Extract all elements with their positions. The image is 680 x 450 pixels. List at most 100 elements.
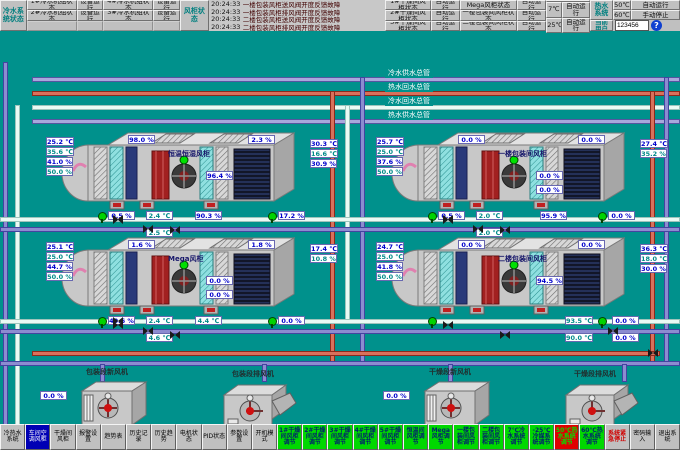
- nav-button[interactable]: 报警设置: [76, 424, 101, 450]
- control-valve-icon[interactable]: [428, 212, 437, 221]
- pipe-valve-icon[interactable]: [143, 225, 153, 233]
- dryer-ahu-status-button[interactable]: 3#干燥间风柜状态: [385, 21, 431, 31]
- adjust-button[interactable]: 4#干燥间风柜调节: [353, 424, 378, 450]
- pipe-valve-icon[interactable]: [443, 321, 453, 329]
- help-icon[interactable]: ?: [651, 20, 662, 31]
- alarm-message: 一楼包装风柜排风阀开度反馈故障: [243, 8, 385, 16]
- ahu-right-value: 18.0 ℃: [640, 254, 668, 263]
- ahu-state: 自动运行: [517, 0, 546, 10]
- roof-fan-label: 干燥段排风机: [574, 369, 616, 379]
- hot-supply-header-pipe: [32, 119, 680, 124]
- fan-damper-value: 0.0 %: [383, 391, 410, 400]
- nav-button[interactable]: 干燥间风柜: [50, 424, 75, 450]
- nav-button[interactable]: 电机状态: [176, 424, 201, 450]
- ahu-right-value: 36.3 ℃: [640, 244, 668, 253]
- pipe-valve-icon[interactable]: [143, 327, 153, 335]
- ahu-top-value: 1.6 %: [128, 240, 155, 249]
- pipe-valve-icon[interactable]: [170, 226, 180, 234]
- pipe-valve-icon[interactable]: [113, 317, 123, 325]
- control-valve-icon[interactable]: [98, 212, 107, 221]
- ahu-state: 自动运行: [517, 10, 546, 20]
- chiller-state-cell: 设备运行: [153, 10, 180, 20]
- pipe-valve-icon[interactable]: [608, 327, 618, 335]
- ahu-top-value: 0.0 %: [578, 240, 605, 249]
- top-status-toolbar: 冷水系统状态1#冷水机组状态2#冷水机组状态设备运行设备运行4#冷水机组状态3#…: [0, 0, 680, 31]
- dryer-ahu-state: 自动运行: [431, 0, 460, 10]
- ahu-left-value: 25.7 ℃: [376, 137, 404, 146]
- adjust-button[interactable]: 60℃热水系统调节: [579, 424, 604, 450]
- control-valve-icon[interactable]: [598, 212, 607, 221]
- control-valve-icon[interactable]: [428, 317, 437, 326]
- chiller-status-button[interactable]: 2#冷水机组状态: [27, 10, 77, 20]
- ahu-status-button[interactable]: 二楼包装间风柜状态: [460, 21, 517, 31]
- nav-button[interactable]: 冷热水系统: [0, 424, 25, 450]
- adjust-button[interactable]: 二楼包装间风柜调节: [479, 424, 504, 450]
- nav-button[interactable]: 开机模式: [252, 424, 277, 450]
- adjust-button[interactable]: 3#干燥间风柜调节: [327, 424, 352, 450]
- system-button[interactable]: 退出系统: [655, 424, 680, 450]
- system-button[interactable]: 系统紧急停止: [605, 424, 630, 450]
- adjust-button[interactable]: 2#干燥间风柜调节: [302, 424, 327, 450]
- system-button[interactable]: 密码输入: [630, 424, 655, 450]
- hot-return-header-pipe: [32, 91, 680, 96]
- adjust-button[interactable]: Mega风柜调节: [428, 424, 453, 450]
- pipe-valve-icon[interactable]: [443, 215, 453, 223]
- toolbar-spacer: [103, 21, 153, 31]
- row1-supply-pipe: [0, 227, 680, 232]
- pipe-valve-icon[interactable]: [170, 331, 180, 339]
- dryer-ahu-state: 自动运行: [431, 21, 460, 31]
- control-valve-icon[interactable]: [268, 317, 277, 326]
- adjust-button[interactable]: 一楼包装间风柜调节: [453, 424, 478, 450]
- nav-button[interactable]: 历史记录: [126, 424, 151, 450]
- pipe-valve-icon[interactable]: [473, 225, 483, 233]
- dryer-ahu-status-button[interactable]: 2#干燥间风柜状态: [385, 10, 431, 20]
- roof-fan-label: 包装段排风机: [232, 369, 274, 379]
- chiller-status-button[interactable]: 1#冷水机组状态: [27, 0, 77, 10]
- adjust-button[interactable]: 5#干燥间风柜调节: [378, 424, 403, 450]
- fan-drop-pipe: [622, 364, 627, 382]
- pipe-valve-icon[interactable]: [113, 215, 123, 223]
- adjust-button[interactable]: -25℃冷媒系统调节: [529, 424, 554, 450]
- adjust-button[interactable]: 恒温间风柜调节: [403, 424, 428, 450]
- nav-button[interactable]: 参数设置: [227, 424, 252, 450]
- ahu-left-value: 35.6 ℃: [46, 147, 74, 156]
- dryer-ahu-status-button[interactable]: 1#干燥间风柜状态: [385, 0, 431, 10]
- ahu-status-button[interactable]: 一楼包装间风柜状态: [460, 10, 517, 20]
- control-valve-icon[interactable]: [268, 212, 277, 221]
- ahu-pipe-value: 90.3 %: [195, 211, 222, 220]
- chiller-state-cell: 设备运行: [77, 10, 104, 20]
- chiller-status-button[interactable]: 3#冷水机组状态: [103, 10, 153, 20]
- ahu-group-label: 风柜状态: [180, 0, 209, 31]
- alarm-message: 二楼包装风柜送风阀开度反馈故障: [243, 16, 385, 24]
- ahu-left-value: 50.0 %: [46, 272, 73, 281]
- adjust-button[interactable]: 7℃冷水系统调节: [504, 424, 529, 450]
- alarm-row[interactable]: 20:24:33二楼包装风柜排风阀开度反馈故障: [209, 23, 385, 31]
- chiller-status-button[interactable]: 4#冷水机组状态: [103, 0, 153, 10]
- ahu-left-value: 25.0 ℃: [46, 252, 74, 261]
- nav-button[interactable]: 趋势表: [101, 424, 126, 450]
- ahu-status-button[interactable]: Mega风柜状态: [460, 0, 517, 10]
- alarm-time: 20:24:33: [209, 16, 243, 24]
- pipe-valve-icon[interactable]: [500, 226, 510, 234]
- pipe-valve-icon[interactable]: [648, 349, 658, 357]
- adjust-button[interactable]: 50℃热水系统调节: [554, 424, 579, 450]
- nav-button[interactable]: PID状态: [202, 424, 227, 450]
- pipe-valve-icon[interactable]: [500, 331, 510, 339]
- control-valve-icon[interactable]: [598, 317, 607, 326]
- ahu-state: 自动运行: [517, 21, 546, 31]
- alarm-row[interactable]: 20:24:33一楼包装风柜排风阀开度反馈故障: [209, 8, 385, 16]
- ahu-mid-value: 96.4 %: [206, 171, 233, 180]
- hot-temp: 60℃: [613, 10, 631, 20]
- user-id-input[interactable]: [615, 20, 649, 31]
- plant-mimic-area: 冷水供水总管热水回水总管冷水回水总管热水供水总管 恒温恒湿风柜25.2 ℃35.…: [0, 31, 680, 424]
- ahu-mid-value: 0.0 %: [536, 171, 563, 180]
- nav-button[interactable]: 历史趋势: [151, 424, 176, 450]
- alarm-row[interactable]: 20:24:33一楼包装风柜送风阀开度反馈故障: [209, 0, 385, 8]
- nav-button[interactable]: 车间空调风柜: [25, 424, 50, 450]
- alarm-row[interactable]: 20:24:33二楼包装风柜送风阀开度反馈故障: [209, 16, 385, 24]
- cold-return-header-pipe: [32, 105, 680, 110]
- toolbar-spacer: [77, 21, 104, 31]
- adjust-button[interactable]: 1#干燥间风柜调节: [277, 424, 302, 450]
- control-valve-icon[interactable]: [98, 317, 107, 326]
- toolbar-spacer: [153, 21, 180, 31]
